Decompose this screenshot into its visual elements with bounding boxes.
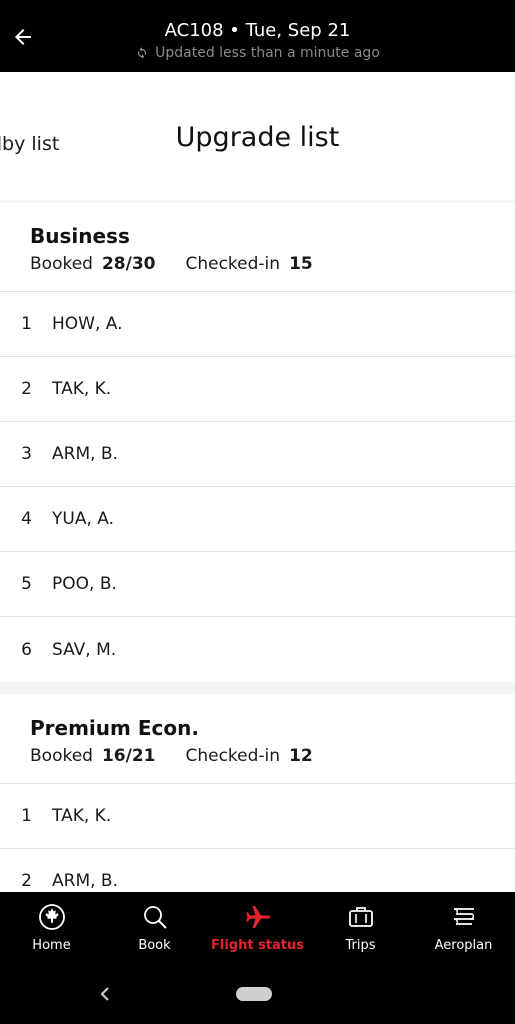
nav-home[interactable]: Home <box>0 892 103 964</box>
section-header-premium-econ: Premium Econ. Booked 16/21 Checked-in 12 <box>0 694 515 784</box>
booked-stat: Booked 16/21 <box>30 746 155 766</box>
list-row: 2 TAK, K. <box>0 357 515 422</box>
nav-trips[interactable]: Trips <box>309 892 412 964</box>
nav-flight-status[interactable]: Flight status <box>206 892 309 964</box>
nav-trips-label: Trips <box>345 938 376 953</box>
upgrade-list-content[interactable]: Business Booked 28/30 Checked-in 15 1 HOW… <box>0 202 515 892</box>
list-row: 3 ARM, B. <box>0 422 515 487</box>
list-row: 2 ARM, B. <box>0 849 515 892</box>
aeroplan-icon <box>449 902 479 932</box>
row-number: 2 <box>21 379 32 399</box>
section-stats: Booked 28/30 Checked-in 15 <box>30 254 515 274</box>
briefcase-icon <box>346 902 376 932</box>
flight-title: AC108 • Tue, Sep 21 <box>164 20 351 41</box>
passenger-name: HOW, A. <box>52 314 123 334</box>
nav-book[interactable]: Book <box>103 892 206 964</box>
row-number: 3 <box>21 444 32 464</box>
checked-in-label: Checked-in <box>185 746 281 766</box>
nav-book-label: Book <box>138 938 171 953</box>
booked-label: Booked <box>30 254 93 274</box>
passenger-name: YUA, A. <box>52 509 114 529</box>
checked-in-value: 15 <box>289 254 313 274</box>
updated-status: Updated less than a minute ago <box>0 45 515 61</box>
checked-in-stat: Checked-in 15 <box>185 254 312 274</box>
passenger-name: ARM, B. <box>52 871 118 891</box>
search-icon <box>140 902 170 932</box>
row-number: 1 <box>21 806 32 826</box>
row-number: 6 <box>21 639 32 660</box>
row-number: 1 <box>21 314 32 334</box>
passenger-name: TAK, K. <box>52 379 112 399</box>
system-navigation-bar <box>0 964 515 1024</box>
nav-flight-status-label: Flight status <box>210 938 305 953</box>
nav-aeroplan[interactable]: Aeroplan <box>412 892 515 964</box>
checked-in-value: 12 <box>289 746 313 766</box>
nav-aeroplan-label: Aeroplan <box>434 938 493 953</box>
booked-value: 16/21 <box>101 746 156 766</box>
passenger-name: ARM, B. <box>52 444 118 464</box>
booked-label: Booked <box>30 746 93 766</box>
refresh-icon <box>138 47 147 59</box>
nav-home-label: Home <box>32 938 71 953</box>
passenger-name: TAK, K. <box>52 806 112 826</box>
top-bar: AC108 • Tue, Sep 21 Updated less than a … <box>0 0 515 72</box>
maple-leaf-icon <box>37 902 67 932</box>
list-row: 4 YUA, A. <box>0 487 515 552</box>
booked-value: 28/30 <box>101 254 156 274</box>
section-header-business: Business Booked 28/30 Checked-in 15 <box>0 202 515 292</box>
section-divider <box>0 682 515 694</box>
list-row: 5 POO, B. <box>0 552 515 617</box>
plane-icon <box>243 902 273 932</box>
row-number: 4 <box>21 509 32 529</box>
passenger-name: SAV, M. <box>52 639 117 660</box>
system-back-button[interactable] <box>95 984 115 1004</box>
section-stats: Booked 16/21 Checked-in 12 <box>30 746 515 766</box>
row-number: 5 <box>21 574 32 594</box>
updated-text: Updated less than a minute ago <box>155 45 380 61</box>
tab-upgrade-list[interactable]: Upgrade list <box>0 122 515 153</box>
passenger-name: POO, B. <box>52 574 117 594</box>
checked-in-label: Checked-in <box>185 254 281 274</box>
section-title: Business <box>30 224 130 248</box>
booked-stat: Booked 28/30 <box>30 254 155 274</box>
list-row: 6 SAV, M. <box>0 617 515 682</box>
checked-in-stat: Checked-in 12 <box>185 746 312 766</box>
bottom-navigation: Home Book Flight status Trips Aeroplan <box>0 892 515 964</box>
row-number: 2 <box>21 871 32 891</box>
list-row: 1 HOW, A. <box>0 292 515 357</box>
list-row: 1 TAK, K. <box>0 784 515 849</box>
list-tabs: dby list Upgrade list <box>0 72 515 202</box>
chevron-left-icon <box>100 987 109 1001</box>
section-title: Premium Econ. <box>30 716 199 740</box>
system-home-pill[interactable] <box>236 987 272 1001</box>
